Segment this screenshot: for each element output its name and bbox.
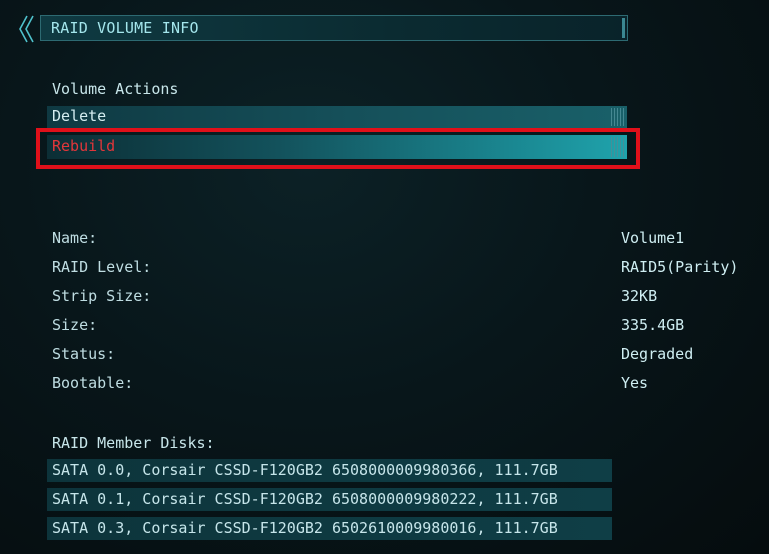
info-value-bootable: Yes	[621, 374, 649, 392]
info-label-raid-level: RAID Level:	[52, 258, 152, 276]
info-value-name: Volume1	[621, 229, 685, 247]
info-label-size: Size:	[52, 316, 98, 334]
row-stripes	[611, 108, 625, 126]
info-value-strip-size: 32KB	[621, 287, 658, 305]
member-disks-heading: RAID Member Disks:	[52, 434, 215, 452]
info-value-status: Degraded	[621, 345, 694, 363]
info-label-name: Name:	[52, 229, 98, 247]
row-stripes	[611, 137, 625, 157]
member-disk-row[interactable]: SATA 0.3, Corsair CSSD-F120GB2 650261000…	[47, 517, 612, 540]
member-disk-row[interactable]: SATA 0.0, Corsair CSSD-F120GB2 650800000…	[47, 459, 612, 482]
rebuild-action-button[interactable]: Rebuild	[47, 135, 627, 159]
info-label-status: Status:	[52, 345, 116, 363]
rebuild-action-label: Rebuild	[52, 137, 116, 155]
info-label-strip-size: Strip Size:	[52, 287, 152, 305]
page-title-bar: RAID VOLUME INFO	[40, 15, 628, 41]
info-value-size: 335.4GB	[621, 316, 685, 334]
double-chevron-left-icon[interactable]	[16, 14, 38, 44]
info-value-raid-level: RAID5(Parity)	[621, 258, 739, 276]
member-disk-row[interactable]: SATA 0.1, Corsair CSSD-F120GB2 650800000…	[47, 488, 612, 511]
volume-actions-heading: Volume Actions	[52, 80, 179, 98]
delete-action-button[interactable]: Delete	[47, 106, 627, 128]
title-endcap	[622, 18, 625, 38]
delete-action-label: Delete	[52, 107, 107, 125]
info-label-bootable: Bootable:	[52, 374, 134, 392]
page-title: RAID VOLUME INFO	[51, 19, 199, 37]
